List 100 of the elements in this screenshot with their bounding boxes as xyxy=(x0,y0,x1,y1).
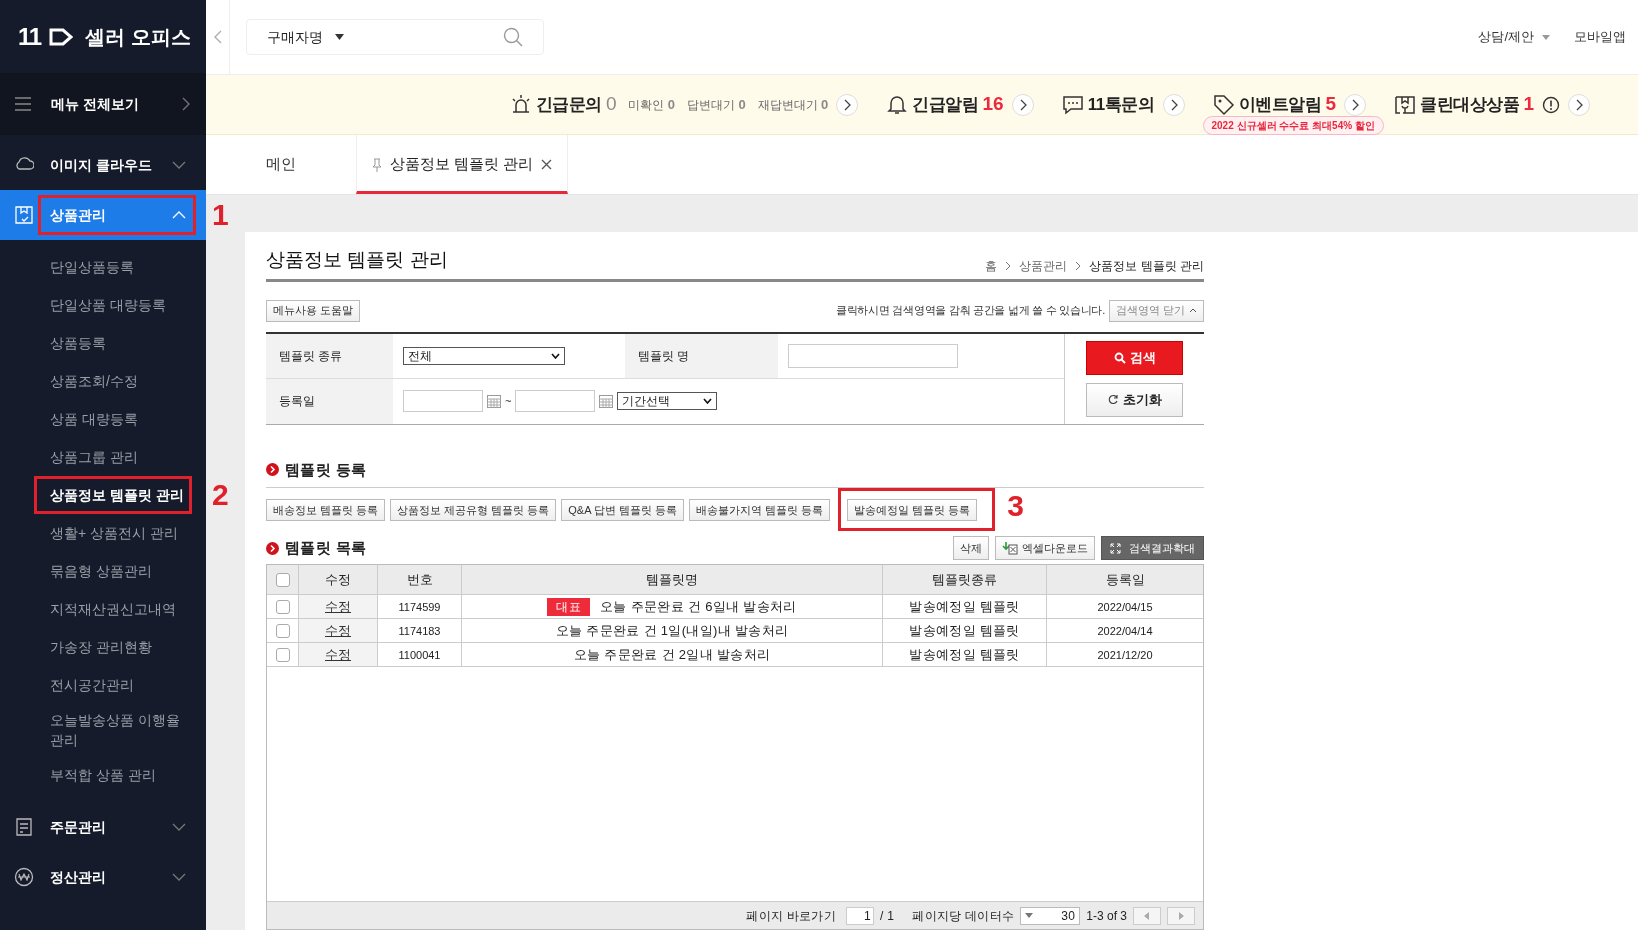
box-icon xyxy=(1393,93,1416,116)
table-cell-text: 오늘 주문완료 건 2일내 발송처리 xyxy=(573,646,771,664)
sidebar-item[interactable]: 생활+ 상품전시 관리 xyxy=(0,514,206,552)
page-number-field[interactable]: 1 xyxy=(846,906,874,925)
register-button[interactable]: 배송불가지역 템플릿 등록 xyxy=(689,499,831,522)
sidebar-item[interactable]: 묶음형 상품관리 xyxy=(0,552,206,590)
close-icon[interactable] xyxy=(541,159,553,170)
checkbox[interactable] xyxy=(275,599,290,614)
table-cell-text: 2021/12/20 xyxy=(1096,647,1154,663)
alert-label[interactable]: 긴급문의 xyxy=(535,91,602,118)
alert-label[interactable]: 긴급알림 xyxy=(912,91,979,118)
form-label: 등록일 xyxy=(266,378,393,424)
column-header: 템플릿종류 xyxy=(883,565,1047,595)
search-scope[interactable]: 구매자명 xyxy=(267,26,323,48)
chevron-right-button[interactable] xyxy=(1162,93,1185,116)
alert-substat: 재답변대기 0 xyxy=(757,95,829,114)
column-header: 번호 xyxy=(378,565,462,595)
sidebar-item[interactable]: 오늘발송상품 이행율관리 xyxy=(0,704,206,756)
alert-count: 0 xyxy=(605,92,617,117)
end-date-field[interactable] xyxy=(515,390,596,412)
register-button[interactable]: Q&A 답변 템플릿 등록 xyxy=(561,499,685,522)
period-select[interactable]: 기간선택 xyxy=(617,392,718,410)
sidebar-section[interactable]: 정산관리 xyxy=(0,852,206,902)
alert-label[interactable]: 이벤트알림 xyxy=(1238,91,1322,118)
sidebar-section[interactable]: 이미지 클라우드 xyxy=(0,140,206,190)
chevron-up-icon xyxy=(1189,308,1197,313)
table-cell: 1174599 xyxy=(378,595,462,619)
sidebar-item[interactable]: 단일상품등록 xyxy=(0,248,206,286)
search-icon[interactable] xyxy=(503,27,523,47)
chevron-right-icon xyxy=(1075,260,1082,271)
sidebar-item[interactable]: 상품 대량등록 xyxy=(0,400,206,438)
reset-button[interactable]: 초기화 xyxy=(1086,382,1183,417)
pin-icon xyxy=(372,157,382,172)
chevron-down-icon xyxy=(172,873,186,881)
help-button[interactable]: 메뉴사용 도움말 xyxy=(266,299,361,322)
chevron-right-button[interactable] xyxy=(1343,93,1366,116)
template-type-select[interactable]: 전체 xyxy=(403,346,565,365)
alert-label[interactable]: 클린대상상품 xyxy=(1419,91,1520,118)
page-range: 1-3 of 3 xyxy=(1086,907,1127,925)
sidebar-item[interactable]: 전시공간관리 xyxy=(0,666,206,704)
list-action-button[interactable]: 엑셀다운로드 xyxy=(995,536,1095,561)
sidebar-item[interactable]: 상품그룹 관리 xyxy=(0,438,206,476)
table-cell-text: 2022/04/15 xyxy=(1096,599,1154,615)
checkbox[interactable] xyxy=(275,647,290,662)
sidebar-section[interactable]: 주문관리 xyxy=(0,802,206,852)
breadcrumb-item[interactable]: 상품관리 xyxy=(1019,256,1068,275)
alert-substat: 미확인 0 xyxy=(628,95,676,114)
breadcrumb-item[interactable]: 홈 xyxy=(985,256,998,275)
list-action-button[interactable]: 검색결과확대 xyxy=(1101,536,1204,561)
sidebar-item[interactable]: 지적재산권신고내역 xyxy=(0,590,206,628)
previous-page-button[interactable] xyxy=(1133,906,1161,925)
menu-all-button[interactable]: 메뉴 전체보기 xyxy=(0,73,206,135)
checkbox[interactable] xyxy=(275,623,290,638)
tab[interactable]: 메인 xyxy=(206,135,356,194)
annotation-number: 1 xyxy=(212,200,229,230)
siren-icon xyxy=(509,93,532,116)
search-field[interactable]: 구매자명 xyxy=(246,19,544,55)
chevron-right-button[interactable] xyxy=(1011,93,1034,116)
sidebar-item[interactable]: 가송장 관리현황 xyxy=(0,628,206,666)
expand-icon xyxy=(1110,542,1121,554)
chevron-right-button[interactable] xyxy=(1568,93,1590,116)
template-name-field[interactable] xyxy=(788,343,958,368)
column-header: 수정 xyxy=(299,565,378,595)
sidebar-item[interactable]: 단일상품 대량등록 xyxy=(0,286,206,324)
header-link[interactable]: 모바일앱 xyxy=(1574,27,1626,47)
header-link[interactable]: 상담/제안 xyxy=(1478,27,1550,47)
calendar-icon[interactable] xyxy=(599,394,614,408)
info-icon xyxy=(1542,95,1560,114)
start-date-field[interactable] xyxy=(403,390,483,412)
register-button[interactable]: 상품정보 제공유형 템플릿 등록 xyxy=(390,499,557,522)
table-cell-text: 2022/04/14 xyxy=(1096,623,1154,639)
menu-icon xyxy=(15,97,31,111)
per-page-select[interactable]: 30 xyxy=(1020,906,1081,925)
logo-arrow-icon xyxy=(49,27,73,46)
checkbox[interactable] xyxy=(275,572,290,587)
register-button[interactable]: 발송예정일 템플릿 등록 xyxy=(847,499,978,522)
representative-badge: 대표 xyxy=(547,597,591,616)
collapse-button[interactable]: 검색영역 닫기 xyxy=(1108,299,1204,322)
sidebar-item[interactable]: 상품등록 xyxy=(0,324,206,362)
caret-icon xyxy=(551,352,560,359)
sidebar-item[interactable]: 부적합 상품 관리 xyxy=(0,756,206,794)
table-cell: 발송예정일 템플릿 xyxy=(883,595,1047,619)
chevron-right-icon xyxy=(1005,260,1012,271)
alert-label[interactable]: 11톡문의 xyxy=(1087,91,1155,118)
next-page-button[interactable] xyxy=(1167,906,1195,925)
list-action-button[interactable]: 삭제 xyxy=(953,536,989,561)
per-page-label: 페이지당 데이터수 xyxy=(912,907,1015,925)
chevron-right-button[interactable] xyxy=(836,93,859,116)
page-total: / 1 xyxy=(880,907,895,925)
search-button[interactable]: 검색 xyxy=(1086,340,1183,375)
collapse-icon[interactable] xyxy=(213,30,222,44)
calendar-icon[interactable] xyxy=(487,394,501,408)
chevron-up-icon xyxy=(172,211,186,219)
product-icon xyxy=(14,205,34,225)
caret-icon xyxy=(1025,913,1034,918)
sidebar-item[interactable]: 상품조회/수정 xyxy=(0,362,206,400)
pagination-label: 페이지 바로가기 xyxy=(746,907,836,925)
bullet-icon xyxy=(266,463,279,477)
chat-icon xyxy=(1061,93,1084,116)
register-button[interactable]: 배송정보 템플릿 등록 xyxy=(266,499,386,522)
